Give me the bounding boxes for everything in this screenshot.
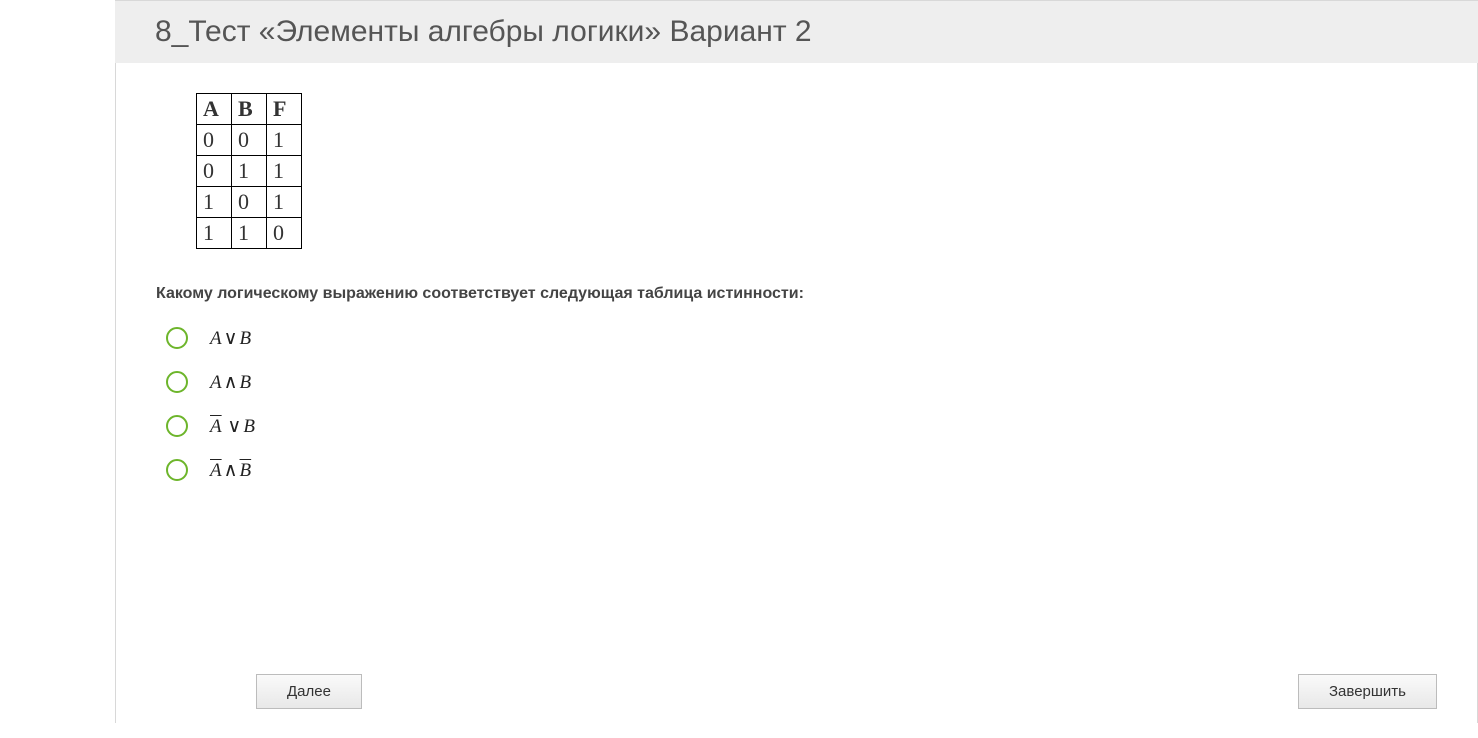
table-cell: 0 (197, 125, 232, 156)
answer-option[interactable]: A ∨ B (166, 415, 1437, 437)
answer-option[interactable]: A ∨ B (166, 327, 1437, 349)
page-title: 8_Тест «Элементы алгебры логики» Вариант… (155, 15, 1438, 49)
table-cell: 1 (197, 218, 232, 249)
table-cell: 0 (197, 156, 232, 187)
table-cell: 0 (232, 125, 267, 156)
table-row: 011 (197, 156, 302, 187)
finish-button[interactable]: Завершить (1298, 674, 1437, 709)
answer-option[interactable]: A ∧ B (166, 371, 1437, 393)
table-row: 110 (197, 218, 302, 249)
table-cell: 1 (197, 187, 232, 218)
footer-buttons: Далее Завершить (156, 674, 1437, 709)
next-button[interactable]: Далее (256, 674, 362, 709)
table-header: A (197, 94, 232, 125)
option-label: A ∧ B (210, 461, 251, 480)
table-cell: 1 (232, 218, 267, 249)
radio-icon[interactable] (166, 371, 188, 393)
radio-icon[interactable] (166, 415, 188, 437)
page-header: 8_Тест «Элементы алгебры логики» Вариант… (115, 0, 1478, 63)
option-label: A ∨ B (210, 417, 255, 436)
question-text: Какому логическому выражению соответству… (156, 285, 1437, 303)
answer-options: A ∨ B A ∧ B A ∨ B A ∧ B (166, 327, 1437, 481)
table-cell: 1 (267, 156, 302, 187)
radio-icon[interactable] (166, 327, 188, 349)
answer-option[interactable]: A ∧ B (166, 459, 1437, 481)
table-cell: 0 (267, 218, 302, 249)
option-label: A ∧ B (210, 373, 251, 392)
table-row: 001 (197, 125, 302, 156)
table-cell: 1 (232, 156, 267, 187)
radio-icon[interactable] (166, 459, 188, 481)
table-row: 101 (197, 187, 302, 218)
table-cell: 0 (232, 187, 267, 218)
option-label: A ∨ B (210, 329, 251, 348)
table-header: F (267, 94, 302, 125)
question-panel: ABF 001011101110 Какому логическому выра… (115, 63, 1478, 723)
table-header: B (232, 94, 267, 125)
table-cell: 1 (267, 187, 302, 218)
table-cell: 1 (267, 125, 302, 156)
truth-table: ABF 001011101110 (196, 93, 302, 249)
